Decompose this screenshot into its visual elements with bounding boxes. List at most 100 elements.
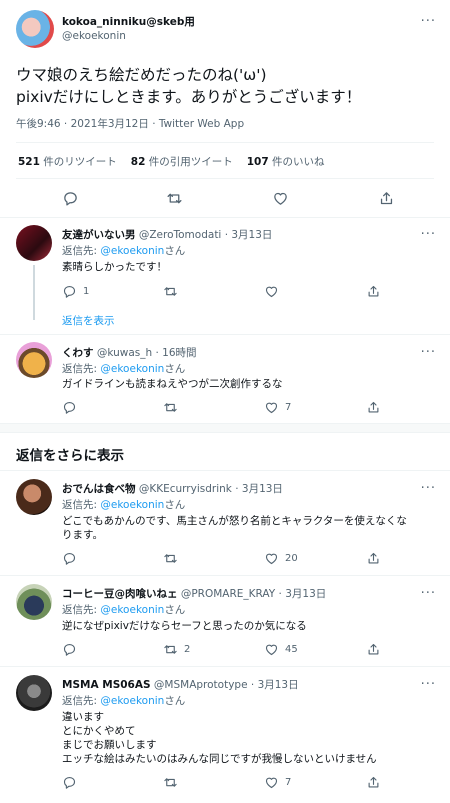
thread-line bbox=[33, 265, 35, 320]
like-count: 7 bbox=[285, 777, 292, 788]
like-icon bbox=[265, 777, 278, 789]
reply-to-suffix: さん bbox=[164, 604, 186, 616]
reply-text-line: とにかくやめて bbox=[62, 725, 136, 737]
likes-stat[interactable]: 107 件のいいね bbox=[247, 154, 325, 169]
reply-header: 友達がいない男 @ZeroTomodati · 3月13日 bbox=[62, 227, 272, 242]
reply-text-line: ります。 bbox=[62, 529, 103, 541]
retweet-button[interactable] bbox=[163, 551, 184, 566]
main-avatar[interactable] bbox=[16, 10, 54, 48]
reply-text-line: ガイドラインも読まねえやつが二次創作するな bbox=[62, 378, 283, 390]
show-replies-link[interactable]: 返信を表示 bbox=[62, 313, 115, 328]
reply-button[interactable] bbox=[62, 400, 83, 415]
like-icon bbox=[265, 286, 278, 298]
retweets-label: 件のリツイート bbox=[43, 156, 117, 168]
share-icon bbox=[368, 285, 379, 297]
share-button[interactable] bbox=[366, 642, 381, 657]
share-icon bbox=[368, 776, 379, 788]
divider bbox=[0, 217, 450, 218]
reply-icon bbox=[64, 192, 77, 206]
reply-button[interactable] bbox=[62, 642, 83, 657]
reply-button[interactable] bbox=[62, 551, 83, 566]
reply-time[interactable]: · 16時間 bbox=[156, 347, 197, 359]
divider bbox=[0, 334, 450, 335]
reply-text-line: 違います bbox=[62, 711, 104, 723]
reply-time[interactable]: · 3月13日 bbox=[235, 483, 283, 495]
reply-handle[interactable]: @PROMARE_KRAY bbox=[181, 588, 275, 600]
reply-avatar[interactable] bbox=[16, 479, 52, 515]
share-button[interactable] bbox=[366, 775, 381, 790]
main-retweet-button[interactable] bbox=[166, 190, 183, 207]
section-separator bbox=[0, 423, 450, 433]
share-button[interactable] bbox=[366, 400, 381, 415]
like-button[interactable]: 20 bbox=[264, 551, 298, 566]
reply-more-icon[interactable]: ··· bbox=[421, 345, 436, 360]
main-tweet-text: ウマ娘のえち絵だめだったのね('ω') pixivだけにしときます。ありがとうご… bbox=[16, 64, 361, 108]
reply-to-suffix: さん bbox=[164, 245, 186, 257]
reply-more-icon[interactable]: ··· bbox=[421, 586, 436, 601]
reply-time[interactable]: · 3月13日 bbox=[225, 229, 273, 241]
reply-to-label: 返信先: bbox=[62, 604, 98, 616]
likes-count: 107 bbox=[246, 156, 269, 168]
reply-button[interactable] bbox=[62, 775, 83, 790]
likes-label: 件のいいね bbox=[272, 156, 325, 168]
reply-to-suffix: さん bbox=[164, 499, 186, 511]
reply-icon bbox=[63, 401, 76, 414]
reply-time[interactable]: · 3月13日 bbox=[279, 588, 327, 600]
main-more-icon[interactable]: ··· bbox=[421, 14, 436, 29]
quotes-stat[interactable]: 82 件の引用ツイート bbox=[131, 154, 233, 169]
reply-to-handle[interactable]: @ekoekonin bbox=[100, 363, 164, 375]
main-reply-button[interactable] bbox=[62, 190, 79, 207]
reply-more-icon[interactable]: ··· bbox=[421, 481, 436, 496]
main-like-button[interactable] bbox=[272, 190, 289, 207]
reply-to-handle[interactable]: @ekoekonin bbox=[100, 604, 164, 616]
reply-to-line: 返信先: @ekoekoninさん bbox=[62, 602, 185, 617]
retweet-icon bbox=[167, 193, 182, 204]
reply-more-icon[interactable]: ··· bbox=[421, 227, 436, 242]
reply-to-handle[interactable]: @ekoekonin bbox=[100, 695, 164, 707]
retweet-button[interactable] bbox=[163, 775, 184, 790]
reply-handle[interactable]: @KKEcurryisdrink bbox=[139, 483, 232, 495]
reply-avatar[interactable] bbox=[16, 225, 52, 261]
like-button[interactable]: 7 bbox=[264, 775, 291, 790]
more-replies-heading[interactable]: 返信をさらに表示 bbox=[16, 444, 124, 464]
like-button[interactable] bbox=[264, 284, 285, 299]
reply-more-icon[interactable]: ··· bbox=[421, 677, 436, 692]
like-button[interactable]: 7 bbox=[264, 400, 291, 415]
reply-avatar[interactable] bbox=[16, 584, 52, 620]
quotes-label: 件の引用ツイート bbox=[148, 156, 233, 168]
reply-avatar[interactable] bbox=[16, 675, 52, 711]
retweet-button[interactable] bbox=[163, 284, 184, 299]
retweets-count: 521 bbox=[18, 156, 40, 168]
reply-to-line: 返信先: @ekoekoninさん bbox=[62, 693, 185, 708]
reply-display-name[interactable]: おでんは食べ物 bbox=[62, 483, 136, 495]
reply-button[interactable]: 1 bbox=[62, 284, 89, 299]
reply-to-handle[interactable]: @ekoekonin bbox=[100, 499, 164, 511]
main-handle[interactable]: @ekoekonin bbox=[62, 30, 126, 42]
reply-to-line: 返信先: @ekoekoninさん bbox=[62, 243, 185, 258]
retweet-button[interactable] bbox=[163, 400, 184, 415]
retweets-stat[interactable]: 521 件のリツイート bbox=[18, 154, 117, 169]
reply-display-name[interactable]: MSMA MS06AS bbox=[62, 679, 151, 691]
reply-text: ガイドラインも読まねえやつが二次創作するな bbox=[62, 377, 432, 391]
reply-avatar[interactable] bbox=[16, 342, 52, 378]
reply-display-name[interactable]: 友達がいない男 bbox=[62, 229, 136, 241]
share-button[interactable] bbox=[366, 284, 381, 299]
reply-time[interactable]: · 3月13日 bbox=[251, 679, 299, 691]
like-count: 20 bbox=[285, 553, 298, 564]
reply-handle[interactable]: @ZeroTomodati bbox=[139, 229, 222, 241]
reply-handle[interactable]: @kuwas_h bbox=[97, 347, 152, 359]
like-button[interactable]: 45 bbox=[264, 642, 298, 657]
reply-display-name[interactable]: くわす bbox=[62, 347, 94, 359]
main-tweet-meta[interactable]: 午後9:46 · 2021年3月12日 · Twitter Web App bbox=[16, 116, 244, 131]
tweet-stats: 521 件のリツイート 82 件の引用ツイート 107 件のいいね bbox=[18, 154, 325, 169]
main-share-button[interactable] bbox=[378, 190, 395, 207]
retweet-button[interactable]: 2 bbox=[163, 642, 190, 657]
main-display-name[interactable]: kokoa_ninniku@skeb用 bbox=[62, 14, 195, 29]
reply-to-line: 返信先: @ekoekoninさん bbox=[62, 497, 185, 512]
reply-to-handle[interactable]: @ekoekonin bbox=[100, 245, 164, 257]
reply-display-name[interactable]: コーヒー豆@肉喰いねェ bbox=[62, 588, 178, 600]
reply-handle[interactable]: @MSMAprototype bbox=[154, 679, 248, 691]
like-icon bbox=[265, 402, 278, 414]
reply-icon bbox=[63, 552, 76, 565]
share-button[interactable] bbox=[366, 551, 381, 566]
